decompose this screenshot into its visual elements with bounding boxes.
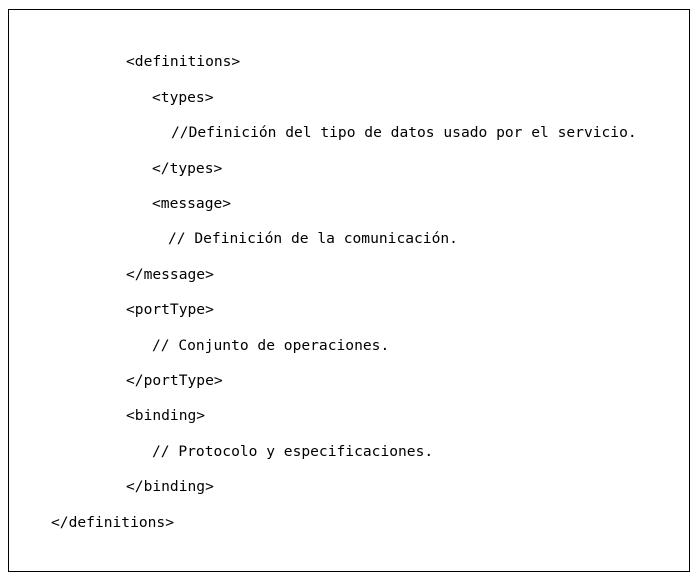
code-line-message-comment: // Definición de la comunicación. [168,230,458,247]
code-line-definitions-open: <definitions> [126,53,241,70]
code-line-porttype-close: </portType> [126,372,223,389]
code-line-definitions-close: </definitions> [51,514,175,531]
code-line-types-comment: //Definición del tipo de datos usado por… [171,124,637,141]
code-line-binding-close: </binding> [126,478,214,495]
code-line-message-close: </message> [126,266,214,283]
code-line-binding-open: <binding> [126,407,206,424]
code-line-types-close: </types> [152,160,223,177]
code-line-porttype-comment: // Conjunto de operaciones. [152,337,390,354]
code-line-porttype-open: <portType> [126,301,214,318]
code-line-types-open: <types> [152,89,214,106]
code-listing-frame: <definitions> <types> //Definición del t… [8,9,690,572]
code-line-message-open: <message> [152,195,232,212]
code-line-binding-comment: // Protocolo y especificaciones. [152,443,434,460]
